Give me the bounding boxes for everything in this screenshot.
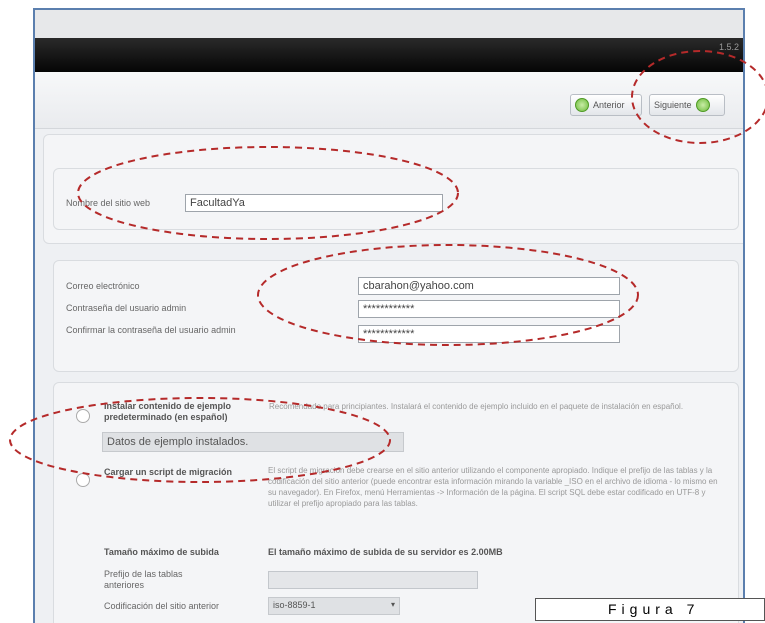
migration-radio[interactable] (76, 473, 90, 487)
installer-window: 1.5.2 Anterior Siguiente Nombre del siti… (33, 8, 745, 623)
migration-label: Cargar un script de migración (104, 467, 233, 477)
header-bar: 1.5.2 (35, 38, 743, 72)
next-label: Siguiente (654, 100, 692, 110)
next-button[interactable]: Siguiente (649, 94, 725, 116)
version-text: 1.5.2 (718, 42, 739, 52)
table-prefix-label: Prefijo de las tablas anteriores (104, 569, 183, 590)
figure-caption: Figura 7 (535, 598, 765, 621)
encoding-value: iso-8859-1 (273, 600, 316, 610)
confirm-password-label: Confirmar la contraseña del usuario admi… (66, 325, 236, 335)
confirm-password-input[interactable] (358, 325, 620, 343)
email-label: Correo electrónico (66, 281, 140, 291)
admin-panel: Correo electrónico Contraseña del usuari… (53, 260, 739, 372)
max-upload-label: Tamaño máximo de subida (104, 547, 219, 557)
migration-description: El script de migración debe crearse en e… (268, 466, 718, 508)
site-name-label: Nombre del sitio web (66, 198, 151, 208)
encoding-label: Codificación del sitio anterior (104, 601, 220, 611)
table-prefix-input[interactable] (268, 571, 478, 589)
password-label: Contraseña del usuario admin (66, 303, 187, 313)
install-sample-radio[interactable] (76, 409, 90, 423)
install-sample-label: Instalar contenido de ejemplo predetermi… (104, 401, 232, 422)
site-name-panel: Nombre del sitio web (53, 168, 739, 230)
password-input[interactable] (358, 300, 620, 318)
site-name-input[interactable] (185, 194, 443, 212)
max-upload-value: El tamaño máximo de subida de su servido… (268, 547, 503, 557)
back-icon (575, 98, 589, 112)
toolbar: Anterior Siguiente (35, 72, 743, 129)
install-sample-description: Recomendado para principiantes. Instalar… (269, 402, 684, 411)
email-input[interactable] (358, 277, 620, 295)
encoding-select[interactable]: iso-8859-1 ▾ (268, 597, 400, 615)
sample-installed-status: Datos de ejemplo instalados. (102, 432, 404, 452)
next-icon (695, 98, 710, 112)
chevron-down-icon: ▾ (390, 600, 395, 609)
sample-data-panel: Instalar contenido de ejemplo predetermi… (53, 382, 739, 623)
back-label: Anterior (593, 100, 625, 110)
back-button[interactable]: Anterior (570, 94, 642, 116)
browser-strip (35, 10, 743, 38)
